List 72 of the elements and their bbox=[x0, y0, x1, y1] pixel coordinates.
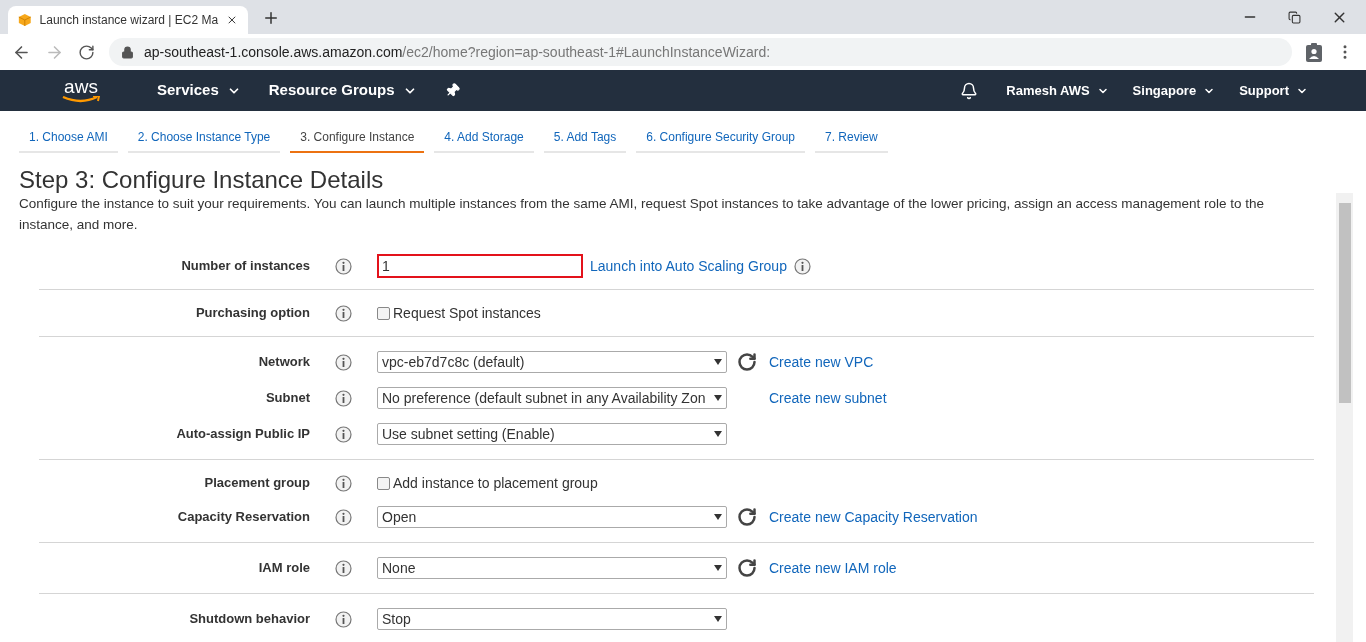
info-icon[interactable] bbox=[335, 508, 352, 526]
wizard-step-tab[interactable]: 5. Add Tags bbox=[543, 123, 627, 153]
wizard-step-tab[interactable]: 6. Configure Security Group bbox=[636, 123, 805, 153]
info-icon[interactable] bbox=[335, 353, 352, 371]
checkbox[interactable] bbox=[377, 306, 390, 320]
info-icon[interactable] bbox=[335, 425, 352, 443]
nav-menu[interactable]: Singapore bbox=[1132, 80, 1216, 101]
caret-icon bbox=[714, 395, 722, 401]
dropdown-select[interactable]: Use subnet setting (Enable) bbox=[377, 423, 727, 445]
caret-icon bbox=[714, 565, 722, 571]
nav-menu[interactable]: Resource Groups bbox=[268, 79, 417, 102]
info-icon[interactable] bbox=[335, 389, 352, 407]
auto-scaling-link[interactable]: Launch into Auto Scaling Group bbox=[590, 255, 787, 277]
field-label: Purchasing option bbox=[194, 304, 310, 323]
info-icon[interactable] bbox=[335, 559, 352, 577]
refresh-icon[interactable] bbox=[737, 352, 757, 372]
wizard-step-tab[interactable]: 7. Review bbox=[815, 123, 888, 153]
field-label: IAM role bbox=[257, 559, 310, 578]
create-link[interactable]: Create new subnet bbox=[769, 387, 887, 409]
address-bar[interactable]: ap-southeast-1.console.aws.amazon.com/ec2/home?region=ap-southeast-1#LaunchInstanceWizard: bbox=[109, 38, 1292, 66]
field-label: Placement group bbox=[203, 474, 310, 493]
caret-icon bbox=[714, 359, 722, 365]
create-link[interactable]: Create new VPC bbox=[769, 351, 874, 373]
caret-icon bbox=[714, 616, 722, 622]
reload-icon[interactable] bbox=[78, 43, 95, 61]
url-text: ap-southeast-1.console.aws.amazon.com/ec2/home?region=ap-southeast-1#LaunchInstanceWizard: bbox=[144, 42, 771, 62]
scrollbar[interactable] bbox=[1336, 193, 1353, 642]
notification-bell-icon[interactable] bbox=[960, 81, 979, 100]
lock-icon bbox=[121, 45, 134, 59]
field-label: Shutdown behavior bbox=[188, 610, 310, 629]
field-label: Number of instances bbox=[180, 257, 310, 276]
wizard-step-tab[interactable]: 1. Choose AMI bbox=[19, 123, 118, 153]
field-label: Subnet bbox=[264, 389, 310, 408]
dropdown-select[interactable]: No preference (default subnet in any Availability Zon bbox=[377, 387, 727, 409]
refresh-icon[interactable] bbox=[737, 507, 757, 527]
dropdown-select[interactable]: vpc-eb7d7c8c (default) bbox=[377, 351, 727, 373]
field-label: Network bbox=[257, 353, 310, 372]
new-tab-icon[interactable] bbox=[262, 9, 280, 27]
info-icon[interactable] bbox=[793, 257, 811, 275]
wizard-step-tab[interactable]: 3. Configure Instance bbox=[290, 123, 425, 153]
caret-icon bbox=[714, 431, 722, 437]
info-icon[interactable] bbox=[335, 474, 352, 492]
wizard-step-tab[interactable]: 4. Add Storage bbox=[434, 123, 534, 153]
info-icon[interactable] bbox=[335, 304, 352, 322]
checkbox-label: Request Spot instances bbox=[393, 303, 541, 323]
dropdown-select[interactable]: None bbox=[377, 557, 727, 579]
create-link[interactable]: Create new IAM role bbox=[769, 557, 897, 579]
create-link[interactable]: Create new Capacity Reservation bbox=[769, 506, 978, 528]
aws-logo-text[interactable]: aws bbox=[64, 78, 98, 96]
wizard-step-tab[interactable]: 2. Choose Instance Type bbox=[127, 123, 281, 153]
clipboard-person-icon[interactable] bbox=[1306, 42, 1322, 62]
dropdown-select[interactable]: Stop bbox=[377, 608, 727, 630]
nav-menu[interactable]: Ramesh AWS bbox=[1006, 80, 1109, 101]
tab-title: Launch instance wizard | EC2 Ma bbox=[39, 12, 219, 29]
dropdown-select[interactable]: Open bbox=[377, 506, 727, 528]
nav-menu[interactable]: Services bbox=[157, 79, 241, 102]
checkbox[interactable] bbox=[377, 476, 390, 490]
cube-icon bbox=[18, 12, 32, 28]
nav-menu[interactable]: Support bbox=[1239, 80, 1308, 101]
number-input-field[interactable]: 1 bbox=[377, 254, 583, 278]
browser-tab[interactable]: Launch instance wizard | EC2 Ma bbox=[8, 6, 248, 34]
restore-icon[interactable] bbox=[1288, 10, 1301, 24]
page-description: Configure the instance to suit your requirements. You can launch multiple instances from the same AMI, request Spot instances to take advantage of the lower pricing, assign an access management role to the instance, and more. bbox=[19, 195, 1265, 234]
refresh-icon[interactable] bbox=[737, 558, 757, 578]
field-label: Auto-assign Public IP bbox=[175, 425, 310, 444]
field-label: Capacity Reservation bbox=[176, 508, 310, 527]
caret-icon bbox=[714, 514, 722, 520]
info-icon[interactable] bbox=[335, 610, 352, 628]
info-icon[interactable] bbox=[335, 257, 352, 275]
page-title: Step 3: Configure Instance Details bbox=[19, 167, 385, 193]
checkbox-label: Add instance to placement group bbox=[393, 473, 598, 493]
smile-arrow-icon bbox=[61, 96, 101, 103]
